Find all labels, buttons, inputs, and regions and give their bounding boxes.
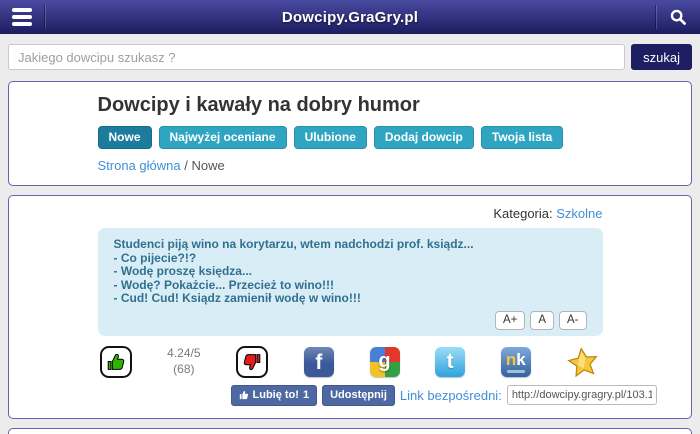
rating-display: 4.24/5 (68) (167, 346, 200, 377)
nk-letters: nk (506, 351, 526, 368)
facebook-icon[interactable]: f (304, 347, 334, 377)
search-toggle-button[interactable] (656, 0, 700, 34)
category-link-szkolne[interactable]: Szkolne (556, 206, 602, 221)
font-decrease-button[interactable]: A- (559, 311, 587, 330)
facebook-like-button[interactable]: Lubię to! 1 (231, 385, 318, 406)
facebook-letter: f (315, 351, 322, 375)
page-title: Dowcipy i kawały na dobry humor (98, 94, 603, 117)
like-count: 1 (303, 389, 309, 401)
category-nav: Nowe Najwyżej oceniane Ulubione Dodaj do… (98, 126, 603, 149)
vote-up-button[interactable] (100, 346, 132, 378)
google-letter: g (378, 350, 390, 373)
share-row: Lubię to! 1 Udostępnij Link bezpośredni: (98, 385, 603, 406)
nav-button-ulubione[interactable]: Ulubione (294, 126, 367, 149)
twitter-icon[interactable]: t (435, 347, 465, 377)
menu-button[interactable] (0, 0, 44, 34)
rating-votes: (68) (167, 362, 200, 378)
share-label: Udostępnij (330, 389, 387, 401)
font-increase-button[interactable]: A+ (495, 311, 525, 330)
category-label: Kategoria: (493, 206, 552, 221)
header-card: Dowcipy i kawały na dobry humor Nowe Naj… (8, 81, 692, 186)
vote-down-button[interactable] (236, 346, 268, 378)
nav-button-twoja-lista[interactable]: Twoja lista (481, 126, 563, 149)
direct-link-input[interactable] (507, 385, 657, 405)
joke-card-2: Kategoria: Mąż i żona Pewnego wieczoru l… (8, 428, 692, 434)
search-button[interactable]: szukaj (631, 44, 692, 70)
joke-line: - Wodę? Pokażcie... Przecież to wino!!! (114, 279, 587, 293)
top-bar: Dowcipy.GraGry.pl (0, 0, 700, 34)
direct-link-label: Link bezpośredni: (400, 388, 502, 403)
rating-score: 4.24/5 (167, 346, 200, 362)
like-label: Lubię to! (253, 389, 299, 401)
social-row: 4.24/5 (68) f g t (98, 345, 603, 379)
nk-caption-bar (507, 370, 525, 373)
joke-text-box: Studenci piją wino na korytarzu, wtem na… (98, 228, 603, 336)
nav-button-najwyzej-oceniane[interactable]: Najwyżej oceniane (159, 126, 287, 149)
star-icon (565, 343, 601, 379)
thumbs-down-icon (241, 351, 263, 373)
search-input[interactable] (8, 44, 625, 70)
nav-button-nowe[interactable]: Nowe (98, 126, 152, 149)
breadcrumb: Strona główna / Nowe (98, 158, 603, 173)
site-title: Dowcipy.GraGry.pl (45, 0, 655, 34)
joke-line: Studenci piją wino na korytarzu, wtem na… (114, 238, 587, 252)
google-icon[interactable]: g (370, 347, 400, 377)
joke-card-1: Kategoria: Szkolne Studenci piją wino na… (8, 195, 692, 419)
breadcrumb-current: Nowe (192, 158, 225, 173)
magnifier-icon (669, 8, 687, 26)
joke-line: - Cud! Cud! Ksiądz zamienił wodę w wino!… (114, 292, 587, 306)
joke-line: - Co pijecie?!? (114, 252, 587, 266)
search-bar: szukaj (0, 34, 700, 81)
twitter-letter: t (447, 350, 454, 374)
like-thumb-icon (239, 390, 249, 400)
thumbs-up-icon (105, 351, 127, 373)
favorite-star-button[interactable] (566, 345, 600, 379)
breadcrumb-home-link[interactable]: Strona główna (98, 158, 181, 173)
font-size-controls: A+ A A- (114, 311, 587, 330)
nk-icon[interactable]: nk (501, 347, 531, 377)
font-normal-button[interactable]: A (530, 311, 554, 330)
category-line: Kategoria: Szkolne (98, 205, 603, 221)
hamburger-icon (12, 8, 32, 26)
facebook-share-button[interactable]: Udostępnij (322, 385, 395, 406)
breadcrumb-separator: / (184, 158, 188, 173)
joke-line: - Wodę proszę księdza... (114, 265, 587, 279)
nav-button-dodaj-dowcip[interactable]: Dodaj dowcip (374, 126, 474, 149)
